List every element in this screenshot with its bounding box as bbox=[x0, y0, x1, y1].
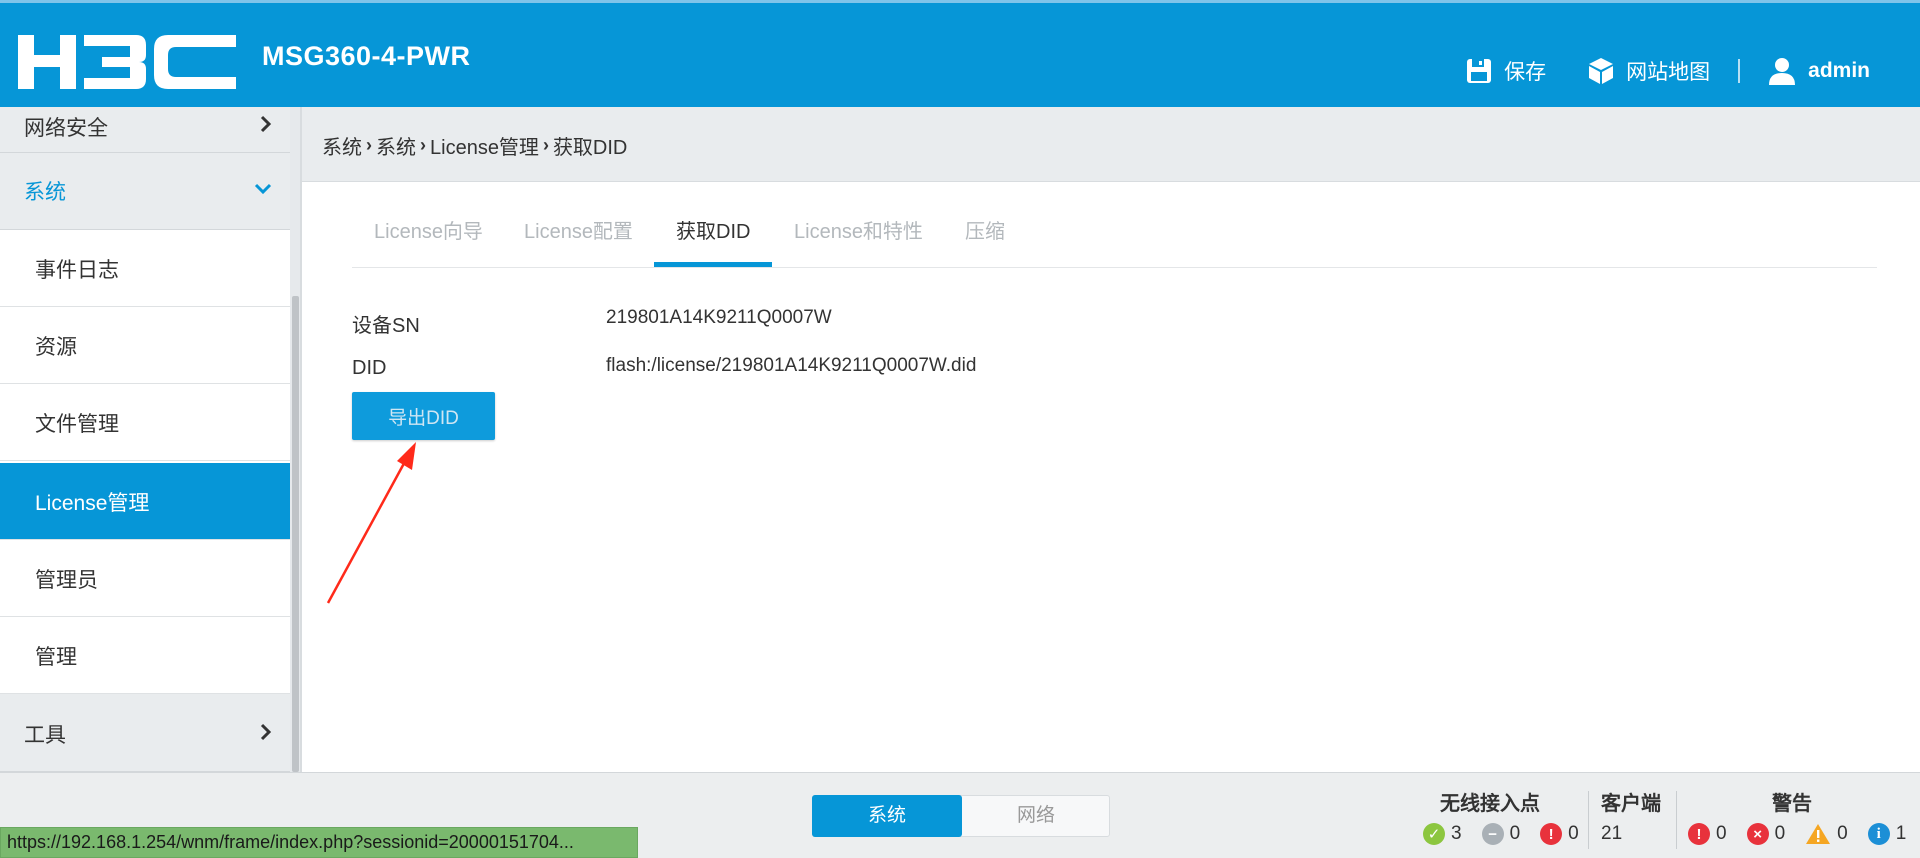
sidebar-scrollbar-thumb[interactable] bbox=[292, 296, 299, 772]
did-label: DID bbox=[352, 357, 387, 379]
view-system-button[interactable]: 系统 bbox=[812, 795, 962, 837]
device-name: MSG360-4-PWR bbox=[262, 41, 471, 71]
sidebar-group-tools[interactable]: 工具 bbox=[0, 694, 290, 772]
breadcrumb-separator-icon: › bbox=[366, 135, 372, 155]
sidebar: 网络安全 系统 事件日志 资源 文件管理 License管理 管理员 管理 工具 bbox=[0, 107, 290, 772]
chevron-right-icon bbox=[260, 115, 272, 133]
floppy-disk-icon bbox=[1467, 59, 1492, 83]
sidebar-item-label: 资源 bbox=[35, 336, 77, 359]
sidebar-group-label: 系统 bbox=[24, 181, 66, 204]
sitemap-button[interactable]: 网站地图 bbox=[1588, 56, 1710, 86]
save-label: 保存 bbox=[1504, 61, 1547, 84]
sidebar-group-label: 网络安全 bbox=[24, 117, 108, 140]
annotation-arrow-icon bbox=[326, 442, 416, 604]
sidebar-item-management[interactable]: 管理 bbox=[0, 617, 290, 694]
client-count: 21 bbox=[1601, 823, 1623, 844]
h3c-logo bbox=[18, 35, 236, 89]
sitemap-label: 网站地图 bbox=[1626, 61, 1711, 84]
device-sn-value: 219801A14K9211Q0007W bbox=[606, 307, 832, 328]
device-sn-label: 设备SN bbox=[352, 315, 420, 337]
alarm-minor-count: 0 bbox=[1837, 823, 1848, 844]
sidebar-item-label: 事件日志 bbox=[35, 259, 119, 282]
did-value: flash:/license/219801A14K9211Q0007W.did bbox=[606, 355, 977, 376]
sidebar-group-system[interactable]: 系统 bbox=[0, 153, 290, 230]
ap-online-count: 3 bbox=[1451, 823, 1462, 844]
alarm-major-count: 0 bbox=[1774, 823, 1786, 844]
top-header: MSG360-4-PWR 保存 网站地图 admin bbox=[0, 0, 1920, 107]
client-title: 客户端 bbox=[1601, 793, 1661, 815]
info-circle-icon: i bbox=[1867, 823, 1890, 845]
user-icon bbox=[1769, 58, 1796, 85]
footer-divider bbox=[1676, 791, 1677, 849]
exclamation-circle-icon: ! bbox=[1540, 823, 1563, 845]
alarm-critical-count: 0 bbox=[1716, 823, 1727, 844]
footer-divider bbox=[1588, 791, 1589, 849]
tab-get-did[interactable]: 获取DID bbox=[654, 215, 773, 267]
breadcrumb-item[interactable]: 系统 bbox=[322, 131, 362, 160]
user-menu[interactable]: admin bbox=[1768, 57, 1870, 85]
breadcrumb-item[interactable]: License管理 bbox=[430, 131, 539, 160]
tab-license-config[interactable]: License配置 bbox=[524, 215, 633, 267]
sidebar-item-resources[interactable]: 资源 bbox=[0, 307, 290, 384]
browser-status-url: https://192.168.1.254/wnm/frame/index.ph… bbox=[0, 827, 638, 858]
sidebar-item-administrators[interactable]: 管理员 bbox=[0, 540, 290, 617]
alarm-title: 警告 bbox=[1772, 793, 1812, 815]
header-divider bbox=[1738, 59, 1741, 83]
breadcrumb: 系统 › 系统 › License管理 › 获取DID bbox=[322, 131, 627, 160]
sidebar-item-label: License管理 bbox=[35, 492, 150, 515]
sidebar-item-license-management[interactable]: License管理 bbox=[0, 463, 290, 540]
client-stats[interactable]: 21 bbox=[1601, 823, 1622, 845]
exclamation-circle-icon: ! bbox=[1688, 823, 1710, 845]
tab-compress[interactable]: 压缩 bbox=[965, 215, 1005, 267]
sidebar-item-label: 管理员 bbox=[35, 569, 98, 592]
sidebar-group-label: 工具 bbox=[24, 724, 66, 747]
sidebar-item-event-log[interactable]: 事件日志 bbox=[0, 230, 290, 307]
alarm-info-count: 1 bbox=[1895, 823, 1907, 844]
view-network-button[interactable]: 网络 bbox=[961, 795, 1111, 837]
alarm-stats[interactable]: ! 0 × 0 0 i 1 bbox=[1688, 823, 1920, 845]
sidebar-item-file-management[interactable]: 文件管理 bbox=[0, 384, 290, 461]
tab-license-features[interactable]: License和特性 bbox=[794, 215, 923, 267]
tab-license-wizard[interactable]: License向导 bbox=[374, 215, 483, 267]
warning-triangle-icon bbox=[1805, 823, 1831, 845]
ap-title: 无线接入点 bbox=[1440, 793, 1540, 815]
sidebar-item-label: 管理 bbox=[35, 646, 77, 669]
sidebar-group-network-security[interactable]: 网络安全 bbox=[0, 107, 290, 153]
ap-offline-count: 0 bbox=[1509, 823, 1521, 844]
minus-circle-icon: − bbox=[1481, 823, 1504, 845]
breadcrumb-item-current: 获取DID bbox=[552, 137, 628, 159]
cube-icon bbox=[1589, 58, 1614, 84]
chevron-down-icon bbox=[254, 183, 272, 195]
save-button[interactable]: 保存 bbox=[1466, 56, 1546, 86]
breadcrumb-separator-icon: › bbox=[420, 135, 426, 155]
check-circle-icon: ✓ bbox=[1423, 823, 1445, 845]
sidebar-item-label: 文件管理 bbox=[35, 413, 119, 436]
tab-bar: License向导 License配置 获取DID License和特性 压缩 bbox=[352, 205, 1877, 268]
ap-fault-count: 0 bbox=[1568, 823, 1579, 844]
chevron-right-icon bbox=[260, 723, 272, 741]
sidebar-divider bbox=[300, 107, 302, 772]
view-switch: 系统 网络 bbox=[812, 795, 1110, 837]
export-did-button[interactable]: 导出DID bbox=[352, 392, 495, 440]
breadcrumb-separator-icon: › bbox=[542, 135, 549, 155]
close-circle-icon: × bbox=[1746, 823, 1769, 845]
breadcrumb-bar: 系统 › 系统 › License管理 › 获取DID bbox=[302, 107, 1920, 182]
username: admin bbox=[1808, 59, 1870, 82]
ap-stats[interactable]: ✓ 3 − 0 ! 0 bbox=[1423, 823, 1599, 845]
breadcrumb-item[interactable]: 系统 bbox=[376, 131, 416, 160]
